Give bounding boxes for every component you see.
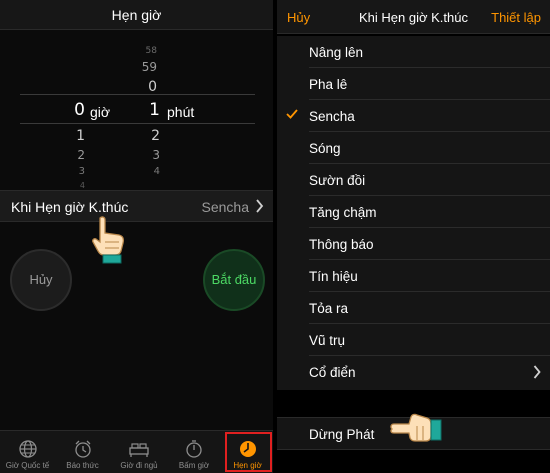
tone-item[interactable]: Thông báo (277, 228, 550, 260)
hour-option[interactable]: 1 (60, 128, 85, 144)
tab-label: Bấm giờ (178, 461, 210, 470)
minute-unit: phút (167, 104, 195, 120)
tone-label: Cổ điển (309, 365, 356, 380)
alarm-clock-icon (74, 440, 91, 458)
minute-option[interactable]: 4 (135, 166, 160, 177)
duration-picker[interactable]: 58 59 0 0 giờ 1 phút 1 2 3 4 2 3 4 (0, 31, 273, 189)
minute-option[interactable]: 3 (135, 148, 160, 162)
tone-label: Tín hiệu (309, 269, 358, 284)
tone-item[interactable]: Tín hiệu (277, 260, 550, 292)
chevron-right-icon (256, 199, 264, 213)
cancel-button[interactable]: Hủy (10, 249, 72, 311)
selected-minutes[interactable]: 1 (135, 100, 160, 120)
hour-option[interactable]: 2 (60, 148, 85, 162)
tab-highlight-frame (225, 432, 272, 472)
tone-item-classic[interactable]: Cổ điển (277, 356, 550, 388)
tone-label: Vũ trụ (309, 333, 346, 348)
tone-item[interactable]: Nâng lên (277, 36, 550, 68)
tone-screen: Khi Hẹn giờ K.thúc Hủy Thiết lập Nâng lê… (277, 0, 550, 473)
tone-header: Khi Hẹn giờ K.thúc Hủy Thiết lập (277, 0, 550, 34)
when-timer-ends-label: Khi Hẹn giờ K.thúc (11, 199, 129, 215)
when-timer-ends-row[interactable]: Khi Hẹn giờ K.thúc Sencha (0, 190, 273, 222)
pointing-hand-icon (390, 413, 442, 442)
bed-icon (129, 443, 149, 457)
hour-option[interactable]: 58 (132, 46, 157, 56)
tone-item[interactable]: Sườn đồi (277, 164, 550, 196)
tone-label: Nâng lên (309, 45, 364, 60)
hour-option[interactable]: 59 (132, 60, 157, 74)
tone-label: Tăng chậm (309, 205, 377, 220)
cancel-link[interactable]: Hủy (287, 10, 310, 25)
tone-label: Thông báo (309, 237, 374, 252)
tab-label: Giờ đi ngủ (120, 461, 158, 470)
tone-label: Tỏa ra (309, 301, 349, 316)
tone-label: Sườn đồi (309, 173, 366, 188)
pointing-hand-icon (92, 216, 125, 264)
set-button[interactable]: Thiết lập (491, 10, 541, 25)
hour-option[interactable]: 3 (60, 166, 85, 177)
picker-selection-bottom (20, 123, 255, 124)
stopwatch-icon (186, 440, 202, 458)
tab-world-clock[interactable]: Giờ Quốc tế (0, 431, 55, 473)
picker-selection-top (20, 94, 255, 95)
checkmark-icon (286, 109, 298, 119)
tone-item[interactable]: Tỏa ra (277, 292, 550, 324)
tone-item-selected[interactable]: Sencha (277, 100, 550, 132)
tab-label: Báo thức (66, 461, 99, 470)
timer-title: Hẹn giờ (0, 0, 273, 30)
tone-label: Pha lê (309, 77, 348, 92)
minute-option[interactable]: 2 (135, 128, 160, 144)
hour-unit: giờ (90, 104, 111, 120)
selected-tone-value: Sencha (201, 199, 249, 215)
hour-option[interactable]: 4 (60, 181, 85, 189)
stop-playing-label: Dừng Phát (309, 427, 375, 442)
tab-label: Giờ Quốc tế (5, 461, 50, 470)
tone-item[interactable]: Pha lê (277, 68, 550, 100)
tone-list: Nâng lên Pha lê Sencha Sóng Sườn đồi Tăn… (277, 36, 550, 390)
selected-hours[interactable]: 0 (60, 100, 85, 120)
chevron-right-icon (533, 365, 541, 379)
tone-item[interactable]: Vũ trụ (277, 324, 550, 356)
tone-item[interactable]: Tăng chậm (277, 196, 550, 228)
tone-label: Sóng (309, 141, 341, 156)
tab-stopwatch[interactable]: Bấm giờ (168, 431, 220, 473)
tone-label: Sencha (309, 109, 355, 124)
hour-option[interactable]: 0 (132, 79, 157, 95)
tab-bedtime[interactable]: Giờ đi ngủ (110, 431, 168, 473)
timer-screen: Hẹn giờ 58 59 0 0 giờ 1 phút 1 2 3 4 2 3… (0, 0, 273, 473)
tone-item[interactable]: Sóng (277, 132, 550, 164)
start-button[interactable]: Bắt đầu (203, 249, 265, 311)
tab-alarm[interactable]: Báo thức (55, 431, 110, 473)
globe-icon (18, 440, 37, 458)
